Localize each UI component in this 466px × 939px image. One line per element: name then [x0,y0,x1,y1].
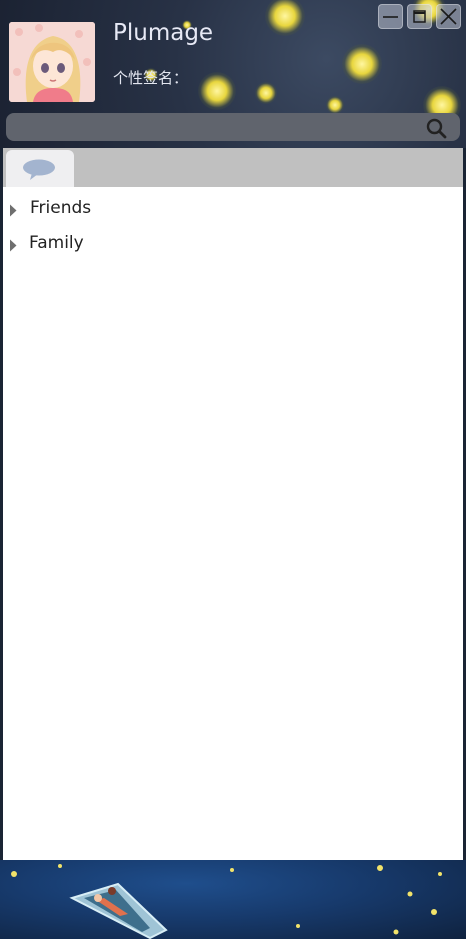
decorative-star [198,72,236,110]
boat-illustration [11,864,442,939]
close-button[interactable] [436,4,461,29]
contact-list: Friends Family [3,187,463,860]
group-label: Friends [30,198,92,218]
search-bar[interactable] [6,113,460,141]
tab-contacts[interactable] [6,150,74,187]
chat-bubble-icon [23,159,55,180]
profile-header: Plumage 个性签名： [0,0,466,148]
signature-label: 个性签名： [113,69,189,87]
signature-row[interactable]: 个性签名： [113,67,192,88]
decorative-star [255,82,277,104]
expand-arrow-icon[interactable] [9,239,17,252]
tab-strip [3,148,463,187]
maximize-icon [413,10,426,23]
minimize-icon [383,16,398,18]
minimize-button[interactable] [378,4,403,29]
group-label: Family [29,233,84,253]
footer-background [0,860,466,939]
close-icon [440,8,457,25]
chat-client-window: Plumage 个性签名： Friends Family [0,0,466,939]
decorative-star [326,96,344,114]
maximize-button[interactable] [407,4,432,29]
search-icon[interactable] [425,117,447,139]
group-family[interactable]: Family [3,228,463,262]
decorative-star [342,44,382,84]
avatar-image [9,22,95,102]
decorative-star [265,0,305,36]
username: Plumage [113,20,214,46]
expand-arrow-icon[interactable] [9,204,17,217]
avatar[interactable] [9,22,95,102]
search-input[interactable] [14,117,418,139]
group-friends[interactable]: Friends [3,193,463,227]
